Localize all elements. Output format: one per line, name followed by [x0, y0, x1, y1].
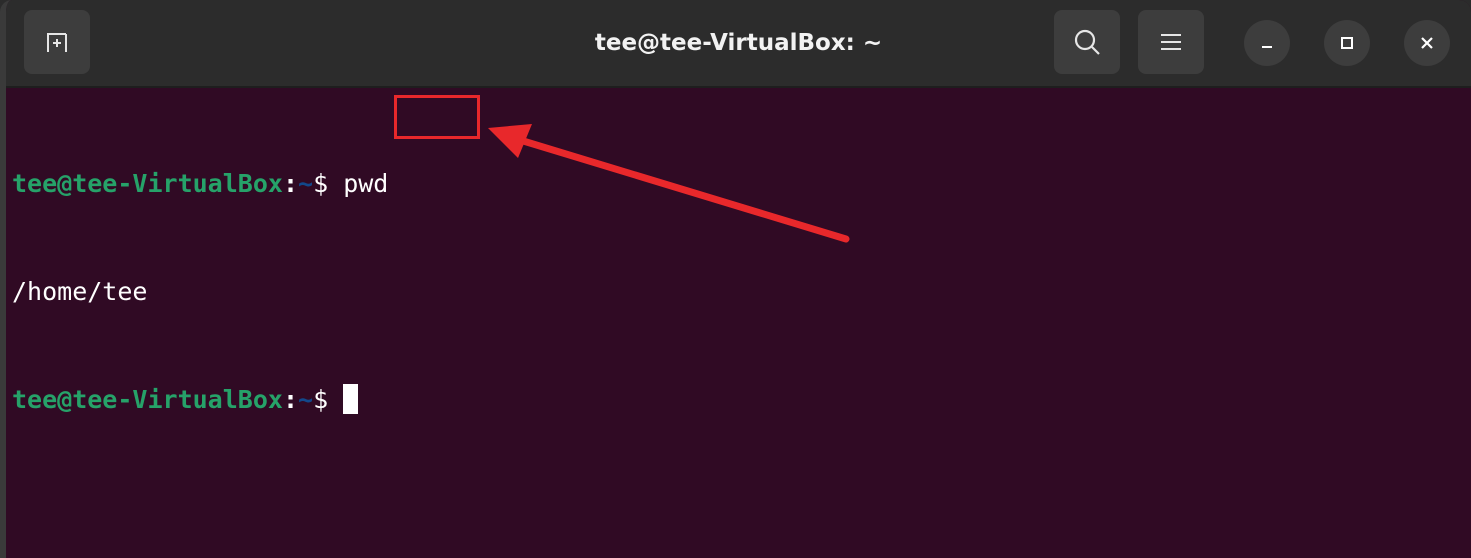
title-bar: tee@tee-VirtualBox: ~ — [6, 0, 1471, 88]
minimize-icon — [1262, 46, 1272, 48]
menu-button[interactable] — [1138, 10, 1204, 74]
search-button[interactable] — [1054, 10, 1120, 74]
prompt-path: ~ — [298, 385, 314, 414]
prompt-line: tee@tee-VirtualBox:~$ pwd — [12, 166, 1471, 202]
hamburger-menu-icon — [1161, 34, 1181, 50]
output-line: /home/tee — [12, 274, 1471, 310]
command-text: pwd — [343, 169, 389, 198]
prompt-line: tee@tee-VirtualBox:~$ — [12, 382, 1471, 418]
command-output: /home/tee — [12, 277, 148, 306]
search-icon — [1074, 29, 1100, 55]
terminal-window: tee@tee-VirtualBox: ~ tee@tee-VirtualBox… — [0, 0, 1471, 558]
prompt-colon: : — [282, 169, 298, 198]
annotation-highlight-box — [394, 95, 480, 139]
prompt-dollar: $ — [313, 385, 329, 414]
prompt-user-host: tee@tee-VirtualBox — [12, 385, 283, 414]
maximize-button[interactable] — [1324, 20, 1370, 66]
maximize-icon — [1341, 37, 1353, 49]
close-button[interactable] — [1404, 20, 1450, 66]
close-icon — [1421, 37, 1433, 49]
terminal-output[interactable]: tee@tee-VirtualBox:~$ pwd /home/tee tee@… — [12, 94, 1471, 490]
prompt-colon: : — [282, 385, 298, 414]
minimize-button[interactable] — [1244, 20, 1290, 66]
prompt-path: ~ — [298, 169, 314, 198]
prompt-user-host: tee@tee-VirtualBox — [12, 169, 283, 198]
prompt-dollar: $ — [313, 169, 329, 198]
text-cursor — [343, 384, 359, 414]
